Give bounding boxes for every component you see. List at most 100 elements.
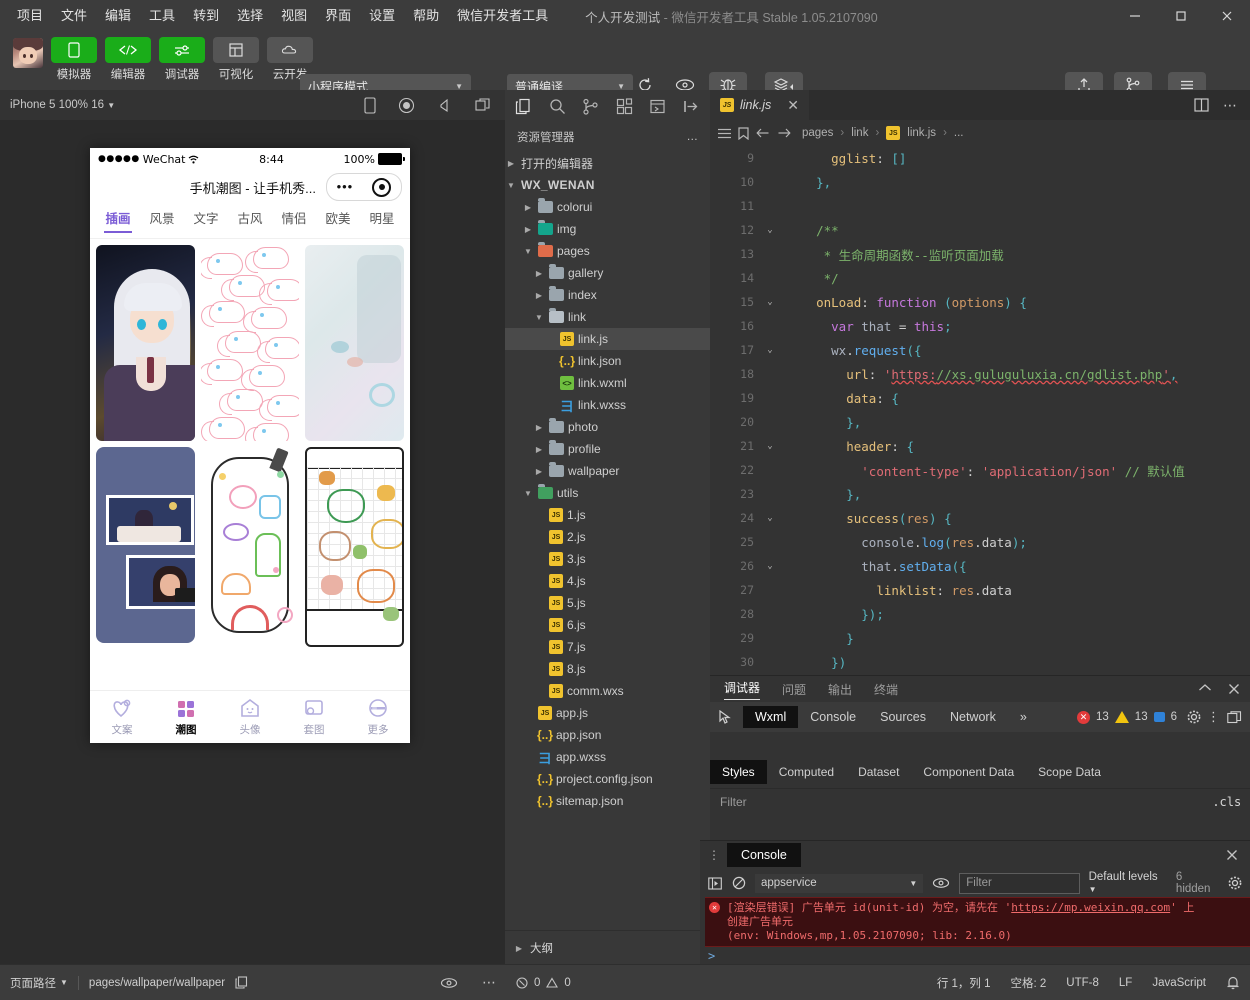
maximize-button[interactable] <box>1158 0 1204 32</box>
menu-item-file[interactable]: 文件 <box>52 4 96 28</box>
toolbar-simulator-button[interactable]: 模拟器 <box>50 37 98 82</box>
eye-icon[interactable] <box>440 977 458 989</box>
phone-tab-mingxing[interactable]: 明星 <box>360 208 404 233</box>
fold-chevron-icon[interactable]: ⌄ <box>762 441 778 451</box>
console-context-select[interactable]: appservice ▼ <box>755 873 924 893</box>
bookmark-icon[interactable] <box>738 126 749 140</box>
phone-rotate-icon[interactable] <box>364 96 376 114</box>
phone-tab-wenzi[interactable]: 文字 <box>184 208 228 233</box>
tree-root[interactable]: ▼ WX_WENAN <box>505 174 710 196</box>
dock-icon[interactable] <box>1227 710 1242 724</box>
page-path-selector[interactable]: 页面路径 ▼ <box>10 975 68 991</box>
styles-tab-dataset[interactable]: Dataset <box>846 760 911 784</box>
console-prompt[interactable]: > <box>708 949 715 963</box>
split-editor-icon[interactable] <box>1194 98 1209 112</box>
eye-icon[interactable] <box>932 877 950 889</box>
close-icon[interactable] <box>1228 683 1240 695</box>
phone-bottom-tab-chaotu[interactable]: 潮图 <box>154 691 218 743</box>
tree-item[interactable]: {..} app.json <box>505 724 710 746</box>
phone-tab-qinglv[interactable]: 情侣 <box>272 208 316 233</box>
code-line[interactable]: 12 ⌄ /** <box>710 218 1250 242</box>
files-icon[interactable] <box>515 98 532 115</box>
fold-chevron-icon[interactable]: ⌄ <box>762 345 778 355</box>
fold-chevron-icon[interactable]: ⌄ <box>762 561 778 571</box>
console-levels-select[interactable]: Default levels ▼ <box>1089 871 1167 895</box>
more-icon[interactable]: ⋯ <box>482 974 497 991</box>
code-line[interactable]: 13 * 生命周期函数--监听页面加载 <box>710 242 1250 266</box>
code-line[interactable]: 18 url: 'https://xs.guluguluxia.cn/gdlis… <box>710 362 1250 386</box>
device-selector[interactable]: iPhone 5 100% 16 ▼ <box>10 99 115 111</box>
indent-setting[interactable]: 空格: 2 <box>1011 975 1047 991</box>
phone-bottom-tab-taotu[interactable]: 套图 <box>282 691 346 743</box>
toolbar-visual-button[interactable]: 可视化 <box>212 37 260 82</box>
code-line[interactable]: 10 }, <box>710 170 1250 194</box>
styles-filter-input[interactable]: Filter <box>720 795 747 809</box>
devtools-tab-overflow[interactable]: » <box>1008 706 1039 728</box>
tree-item[interactable]: ▼ pages <box>505 240 710 262</box>
eol-setting[interactable]: LF <box>1119 977 1132 989</box>
tree-item[interactable]: ▶ wallpaper <box>505 460 710 482</box>
wallpaper-card[interactable] <box>200 245 300 441</box>
tree-item[interactable]: JS comm.wxs <box>505 680 710 702</box>
phone-tab-chahua[interactable]: 插画 <box>96 208 140 233</box>
tree-item[interactable]: <> link.wxml <box>505 372 710 394</box>
chevron-right-icon[interactable]: ▶ <box>522 225 534 234</box>
avatar[interactable] <box>13 38 43 68</box>
chevron-right-icon[interactable]: ▶ <box>533 269 545 278</box>
tree-item[interactable]: JS 3.js <box>505 548 710 570</box>
minimize-button[interactable] <box>1112 0 1158 32</box>
styles-tab-component-data[interactable]: Component Data <box>911 760 1026 784</box>
tree-item[interactable]: ▶ photo <box>505 416 710 438</box>
close-icon[interactable] <box>1226 849 1250 861</box>
code-line[interactable]: 29 } <box>710 626 1250 650</box>
tree-item[interactable]: JS link.js <box>505 328 710 350</box>
menu-item-project[interactable]: 项目 <box>8 4 52 28</box>
code-line[interactable]: 20 }, <box>710 410 1250 434</box>
tree-item[interactable]: ▶ gallery <box>505 262 710 284</box>
close-button[interactable] <box>1204 0 1250 32</box>
drag-handle-icon[interactable]: ⋮ <box>708 848 721 862</box>
code-content[interactable]: 9 gglist: [] 10 }, 11 12 ⌄ /** 13 * 生命周期函数--监… <box>710 146 1250 675</box>
gear-icon[interactable] <box>1187 710 1201 724</box>
tree-item[interactable]: ▼ link <box>505 306 710 328</box>
tree-item[interactable]: ▶ index <box>505 284 710 306</box>
code-line[interactable]: 22 'content-type': 'application/json' //… <box>710 458 1250 482</box>
clear-console-icon[interactable] <box>732 876 746 890</box>
menu-item-settings[interactable]: 设置 <box>360 4 404 28</box>
phone-bottom-tab-wenan[interactable]: 文案 <box>90 691 154 743</box>
code-line[interactable]: 15 ⌄ onLoad: function (options) { <box>710 290 1250 314</box>
inspect-icon[interactable] <box>718 709 743 725</box>
tree-item[interactable]: ▶ colorui <box>505 196 710 218</box>
chevron-down-icon[interactable]: ▼ <box>522 489 534 498</box>
phone-tab-fengjing[interactable]: 风景 <box>140 208 184 233</box>
gear-icon[interactable] <box>1228 876 1242 890</box>
menu-item-interface[interactable]: 界面 <box>316 4 360 28</box>
execute-context-icon[interactable] <box>708 876 723 890</box>
extensions-icon[interactable] <box>616 97 633 115</box>
menu-item-edit[interactable]: 编辑 <box>96 4 140 28</box>
fold-chevron-icon[interactable]: ⌄ <box>762 513 778 523</box>
fold-chevron-icon[interactable]: ⌄ <box>762 297 778 307</box>
phone-tab-gufeng[interactable]: 古风 <box>228 208 272 233</box>
code-line[interactable]: 16 var that = this; <box>710 314 1250 338</box>
search-icon[interactable] <box>549 98 566 115</box>
devtools-tab-network[interactable]: Network <box>938 706 1008 728</box>
forward-icon[interactable] <box>777 127 791 139</box>
code-line[interactable]: 30 }) <box>710 650 1250 674</box>
menu-item-goto[interactable]: 转到 <box>184 4 228 28</box>
cls-button[interactable]: .cls <box>1212 795 1241 809</box>
outline-section[interactable]: ▶ 大纲 <box>505 930 718 965</box>
breadcrumb-menu-icon[interactable] <box>718 128 731 139</box>
volume-icon[interactable] <box>437 98 453 113</box>
phone-tab-oumei[interactable]: 欧美 <box>316 208 360 233</box>
source-control-icon[interactable] <box>582 98 599 115</box>
tree-item[interactable]: JS app.js <box>505 702 710 724</box>
encoding[interactable]: UTF-8 <box>1066 977 1099 989</box>
toolbar-editor-button[interactable]: 编辑器 <box>104 37 152 82</box>
language-mode[interactable]: JavaScript <box>1152 977 1206 989</box>
devtools-tab-sources[interactable]: Sources <box>868 706 938 728</box>
tree-item[interactable]: JS 2.js <box>505 526 710 548</box>
record-icon[interactable] <box>398 97 415 114</box>
collapse-icon[interactable] <box>683 98 700 115</box>
wallpaper-card[interactable] <box>96 447 195 643</box>
